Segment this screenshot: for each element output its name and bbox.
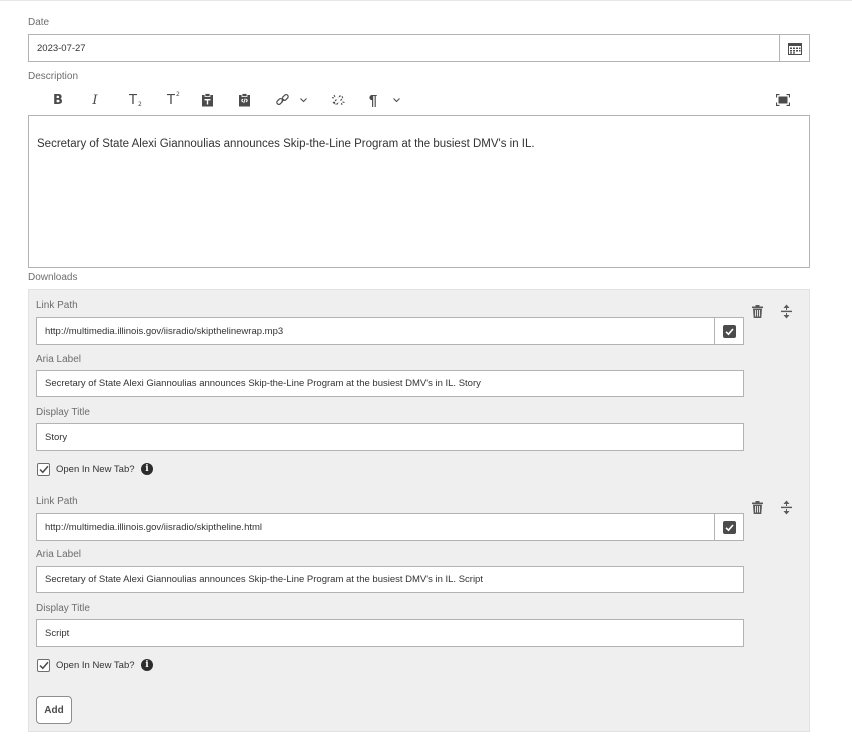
link-dropdown-button[interactable] xyxy=(298,89,308,111)
open-new-tab-checkbox[interactable] xyxy=(37,463,50,476)
paste-text-button[interactable] xyxy=(199,89,215,111)
date-input[interactable]: 2023-07-27 xyxy=(28,34,780,62)
aria-label-input[interactable]: Secretary of State Alexi Giannoulias ann… xyxy=(36,370,744,397)
link-path-picker-button[interactable] xyxy=(714,513,744,541)
fullscreen-button[interactable] xyxy=(775,89,791,111)
italic-button[interactable]: I xyxy=(88,89,102,111)
chevron-down-icon xyxy=(299,97,307,102)
info-icon[interactable]: i xyxy=(141,463,153,475)
display-title-label: Display Title xyxy=(36,603,90,614)
superscript-button[interactable]: T2 xyxy=(162,89,180,111)
superscript-icon: T2 xyxy=(167,90,180,108)
bold-icon: B xyxy=(53,92,63,108)
description-label: Description xyxy=(28,71,79,82)
paragraph-dropdown-button[interactable] xyxy=(391,89,401,111)
display-title-input[interactable]: Script xyxy=(36,619,744,647)
add-button[interactable]: Add xyxy=(36,696,72,724)
fullscreen-icon xyxy=(776,94,790,106)
paste-word-button[interactable] xyxy=(236,89,252,111)
aria-label-label: Aria Label xyxy=(36,549,82,560)
display-title-label: Display Title xyxy=(36,407,90,418)
checkbox-select-icon xyxy=(722,324,736,338)
link-path-input[interactable]: http://multimedia.illinois.gov/iisradio/… xyxy=(36,513,715,541)
trash-icon xyxy=(751,500,763,514)
paste-text-icon xyxy=(201,93,213,107)
chevron-down-icon xyxy=(392,97,400,102)
link-path-label: Link Path xyxy=(36,300,78,311)
reorder-item-handle[interactable] xyxy=(779,303,793,319)
open-new-tab-label: Open In New Tab? xyxy=(56,464,135,475)
link-icon xyxy=(275,94,289,105)
unlink-icon xyxy=(331,94,345,106)
aria-label-input[interactable]: Secretary of State Alexi Giannoulias ann… xyxy=(36,566,744,593)
delete-item-button[interactable] xyxy=(750,499,764,515)
link-button[interactable] xyxy=(273,89,291,111)
open-new-tab-checkbox[interactable] xyxy=(37,659,50,672)
link-path-label: Link Path xyxy=(36,496,78,507)
link-path-picker-button[interactable] xyxy=(714,317,744,345)
trash-icon xyxy=(751,304,763,318)
open-new-tab-label: Open In New Tab? xyxy=(56,660,135,671)
date-label: Date xyxy=(28,17,50,28)
delete-item-button[interactable] xyxy=(750,303,764,319)
calendar-icon xyxy=(787,42,802,55)
italic-icon: I xyxy=(92,92,98,108)
drag-handle-icon xyxy=(780,500,792,514)
downloads-label: Downloads xyxy=(28,272,78,283)
paragraph-format-button[interactable]: ¶ xyxy=(366,89,380,111)
description-editor[interactable]: Secretary of State Alexi Giannoulias ann… xyxy=(28,115,810,268)
display-title-input[interactable]: Story xyxy=(36,423,744,451)
checkmark-icon xyxy=(38,465,49,474)
link-path-input[interactable]: http://multimedia.illinois.gov/iisradio/… xyxy=(36,317,715,345)
calendar-button[interactable] xyxy=(779,34,810,62)
subscript-icon: T2 xyxy=(129,92,142,108)
aria-label-label: Aria Label xyxy=(36,354,82,365)
checkbox-select-icon xyxy=(722,520,736,534)
checkmark-icon xyxy=(38,661,49,670)
reorder-item-handle[interactable] xyxy=(779,499,793,515)
unlink-button[interactable] xyxy=(329,89,347,111)
paragraph-icon: ¶ xyxy=(368,91,378,109)
bold-button[interactable]: B xyxy=(50,89,66,111)
paste-word-icon xyxy=(238,93,250,107)
description-text: Secretary of State Alexi Giannoulias ann… xyxy=(37,138,535,150)
top-divider xyxy=(0,0,852,1)
subscript-button[interactable]: T2 xyxy=(124,89,142,111)
drag-handle-icon xyxy=(780,304,792,318)
info-icon[interactable]: i xyxy=(141,659,153,671)
